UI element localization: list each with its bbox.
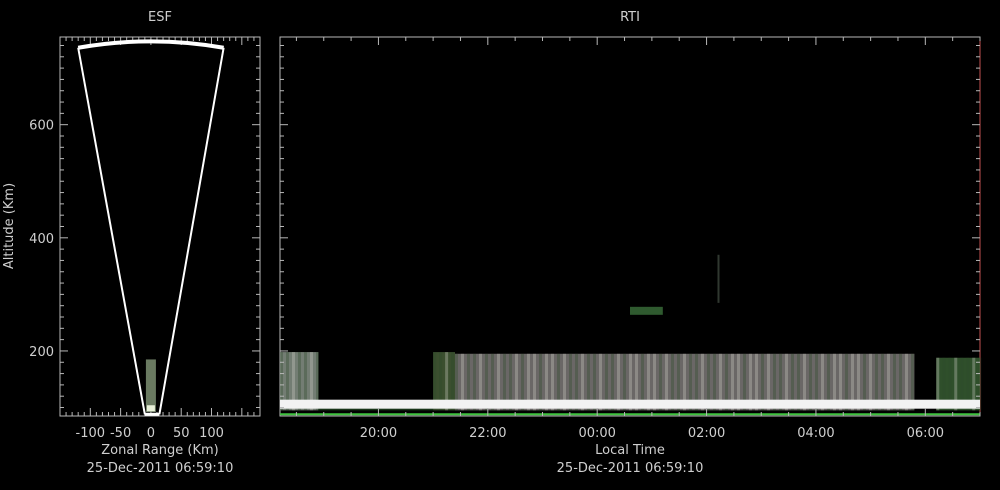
esf-y-axis-label: Altitude (Km) — [2, 183, 17, 269]
esf-x-tick-label: 100 — [199, 426, 224, 441]
esf-x-tick-label: -100 — [76, 426, 106, 441]
rti-x-axis-label: Local Time — [595, 443, 665, 458]
rti-panel: RTI 20:00 22:00 00:00 02:00 04:00 06:00 Local… — [279, 10, 982, 476]
rti-x-tick-label: 00:00 — [578, 426, 615, 441]
rti-x-tick-label: 02:00 — [688, 426, 725, 441]
esf-y-tick-label: 600 — [29, 119, 54, 134]
esf-x-tick-label: -50 — [110, 426, 131, 441]
esf-plot-area: -100 -50 0 50 100 200 400 600 — [29, 36, 261, 441]
esf-title: ESF — [148, 10, 172, 25]
esf-panel: ESF -100 -50 0 50 100 200 400 600 Zonal Range (… — [2, 10, 261, 476]
rti-title: RTI — [620, 10, 640, 25]
esf-x-tick-label: 50 — [173, 426, 190, 441]
rti-plume — [717, 254, 720, 303]
rti-spot — [630, 306, 663, 315]
esf-echo-column — [145, 359, 156, 413]
esf-echo-bright — [146, 405, 155, 412]
rti-x-tick-label: 20:00 — [360, 426, 397, 441]
rti-bright-layer — [280, 399, 980, 409]
esf-x-axis-label: Zonal Range (Km) — [101, 443, 218, 458]
rti-x-tick-label: 06:00 — [907, 426, 944, 441]
rti-x-tick-label: 04:00 — [797, 426, 834, 441]
esf-y-tick-label: 200 — [29, 345, 54, 360]
esf-y-tick-label: 400 — [29, 232, 54, 247]
rti-timestamp: 25-Dec-2011 06:59:10 — [557, 461, 704, 476]
esf-timestamp: 25-Dec-2011 06:59:10 — [87, 461, 234, 476]
rti-plot-area: 20:00 22:00 00:00 02:00 04:00 06:00 — [279, 36, 982, 441]
esf-frame — [59, 36, 261, 417]
esf-x-tick-label: 0 — [147, 426, 155, 441]
rti-x-tick-label: 22:00 — [469, 426, 506, 441]
radar-figure: ESF -100 -50 0 50 100 200 400 600 Zonal Range (… — [2, 10, 982, 476]
